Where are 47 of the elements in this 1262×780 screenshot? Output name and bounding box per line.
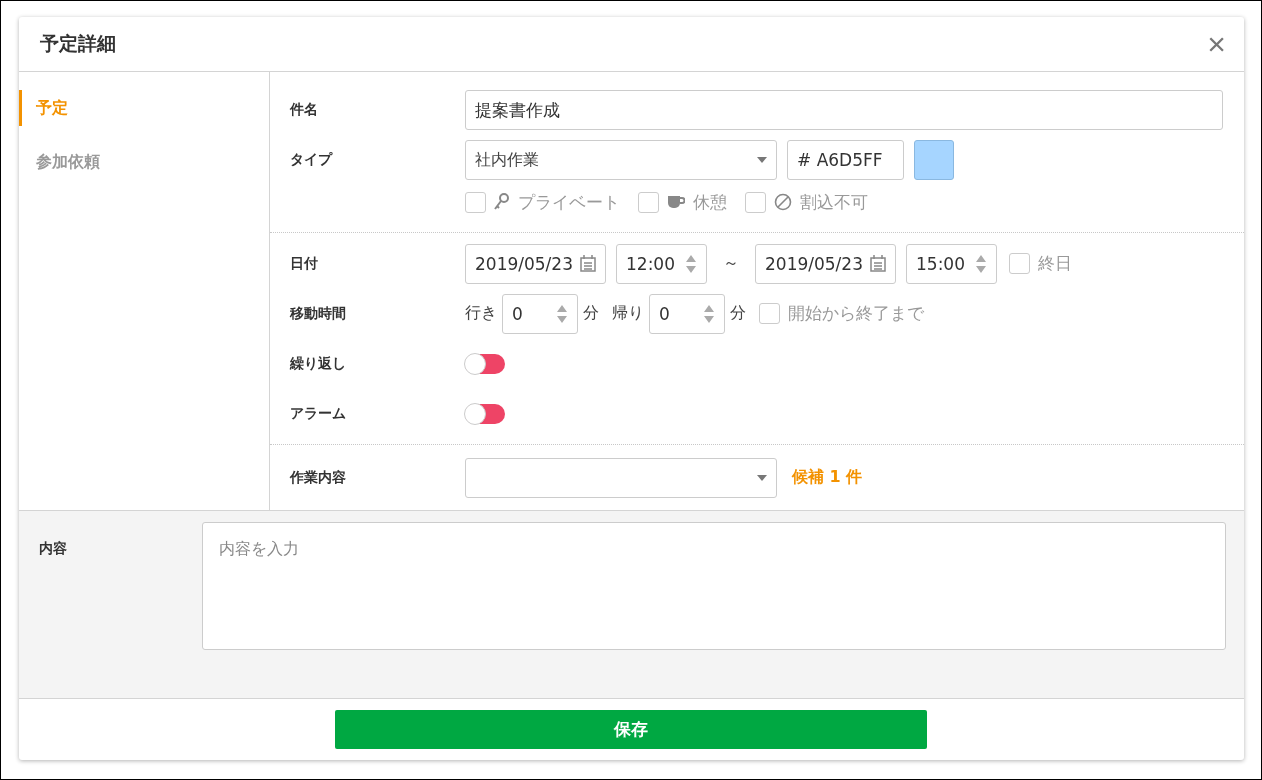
number-input[interactable]: 0 bbox=[502, 293, 578, 334]
checkbox[interactable] bbox=[1009, 253, 1030, 274]
range-separator: ～ bbox=[723, 253, 739, 274]
cup-icon bbox=[667, 194, 685, 210]
dropdown-caret-icon bbox=[757, 157, 767, 163]
number-input[interactable]: 0 bbox=[649, 293, 725, 334]
checkbox-label: 終日 bbox=[1038, 252, 1072, 275]
unit-label: 分 bbox=[583, 303, 599, 324]
dialog-title: 予定詳細 bbox=[40, 31, 116, 56]
field-label: タイプ bbox=[290, 151, 334, 169]
field-label: アラーム bbox=[290, 404, 347, 423]
checkbox-label: プライベート bbox=[518, 190, 620, 214]
date-input[interactable]: 2019/05/23 bbox=[465, 243, 606, 284]
field-label: 日付 bbox=[290, 254, 319, 273]
calendar-icon bbox=[580, 255, 596, 272]
field-label: 繰り返し bbox=[290, 354, 347, 373]
prohibited-icon bbox=[774, 193, 792, 211]
go-label: 行き bbox=[465, 303, 497, 324]
field-label: 内容 bbox=[38, 539, 68, 558]
time-input[interactable]: 12:00 bbox=[616, 243, 707, 284]
type-select[interactable]: 社内作業 bbox=[465, 140, 777, 180]
field-label: 移動時間 bbox=[290, 304, 347, 323]
color-swatch[interactable] bbox=[914, 140, 954, 180]
work-select[interactable] bbox=[465, 457, 777, 498]
checkbox-label: 休憩 bbox=[693, 190, 727, 214]
checkbox[interactable] bbox=[465, 191, 486, 213]
checkbox-label: 割込不可 bbox=[800, 190, 868, 214]
calendar-icon bbox=[870, 255, 886, 272]
close-button[interactable]: × bbox=[1207, 28, 1226, 60]
toggle-switch[interactable] bbox=[465, 403, 505, 424]
checkbox[interactable] bbox=[759, 303, 780, 324]
unit-label: 分 bbox=[730, 303, 746, 324]
content-textarea[interactable]: 内容を入力 bbox=[202, 522, 1226, 650]
subject-input[interactable]: 提案書作成 bbox=[465, 90, 1223, 130]
return-label: 帰り bbox=[612, 303, 644, 324]
field-label: 件名 bbox=[290, 101, 319, 119]
date-input[interactable]: 2019/05/23 bbox=[755, 243, 896, 284]
checkbox-label: 開始から終了まで bbox=[788, 302, 924, 325]
field-label: 作業内容 bbox=[290, 468, 347, 487]
color-code-input[interactable]: # A6D5FF bbox=[787, 140, 904, 180]
checkbox[interactable] bbox=[638, 191, 659, 213]
toggle-switch[interactable] bbox=[465, 353, 505, 374]
key-icon bbox=[494, 193, 510, 211]
dropdown-caret-icon bbox=[757, 474, 767, 481]
time-input[interactable]: 15:00 bbox=[906, 243, 997, 284]
checkbox[interactable] bbox=[745, 191, 766, 213]
candidate-count: 候補 1 件 bbox=[792, 467, 863, 488]
